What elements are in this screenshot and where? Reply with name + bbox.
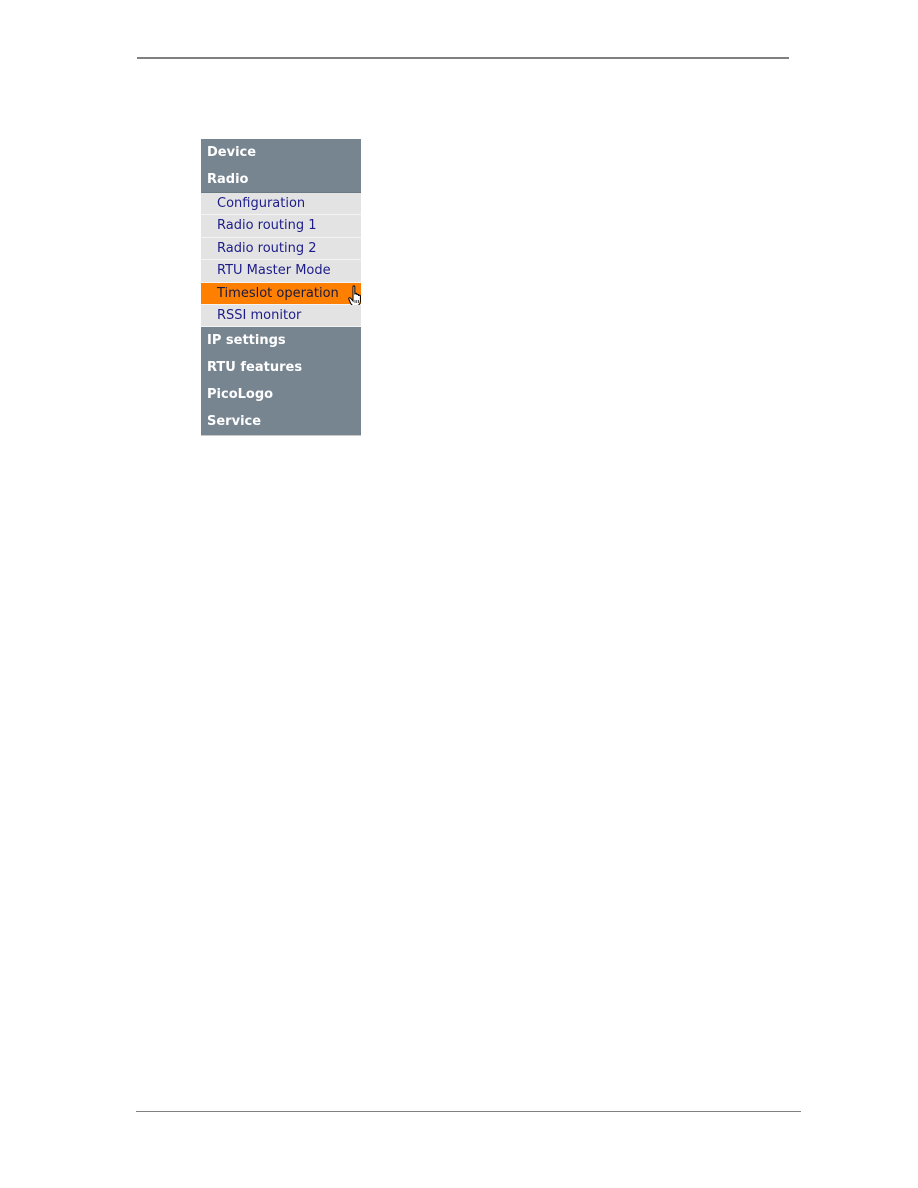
menu-item-device[interactable]: Device (201, 139, 361, 166)
submenu-item-configuration[interactable]: Configuration (201, 193, 361, 216)
submenu-item-radio-routing-1[interactable]: Radio routing 1 (201, 215, 361, 238)
navigation-menu: Device Radio Configuration Radio routing… (201, 139, 361, 437)
submenu-item-radio-routing-2[interactable]: Radio routing 2 (201, 237, 361, 261)
menu-item-rtu-features[interactable]: RTU features (201, 354, 361, 382)
menu-item-service[interactable]: Service (201, 408, 361, 436)
menu-item-radio[interactable]: Radio (201, 166, 361, 193)
header-rule (137, 57, 789, 59)
submenu-item-rssi-monitor[interactable]: RSSI monitor (201, 304, 361, 328)
submenu-item-label: Timeslot operation (217, 285, 339, 301)
radio-submenu: Configuration Radio routing 1 Radio rout… (201, 193, 361, 328)
submenu-item-rtu-master-mode[interactable]: RTU Master Mode (201, 260, 361, 283)
menu-item-ip-settings[interactable]: IP settings (201, 327, 361, 355)
hand-pointer-icon (348, 284, 361, 307)
menu-item-picologo[interactable]: PicoLogo (201, 381, 361, 409)
footer-rule (136, 1111, 801, 1112)
submenu-item-timeslot-operation[interactable]: Timeslot operation (201, 282, 361, 307)
